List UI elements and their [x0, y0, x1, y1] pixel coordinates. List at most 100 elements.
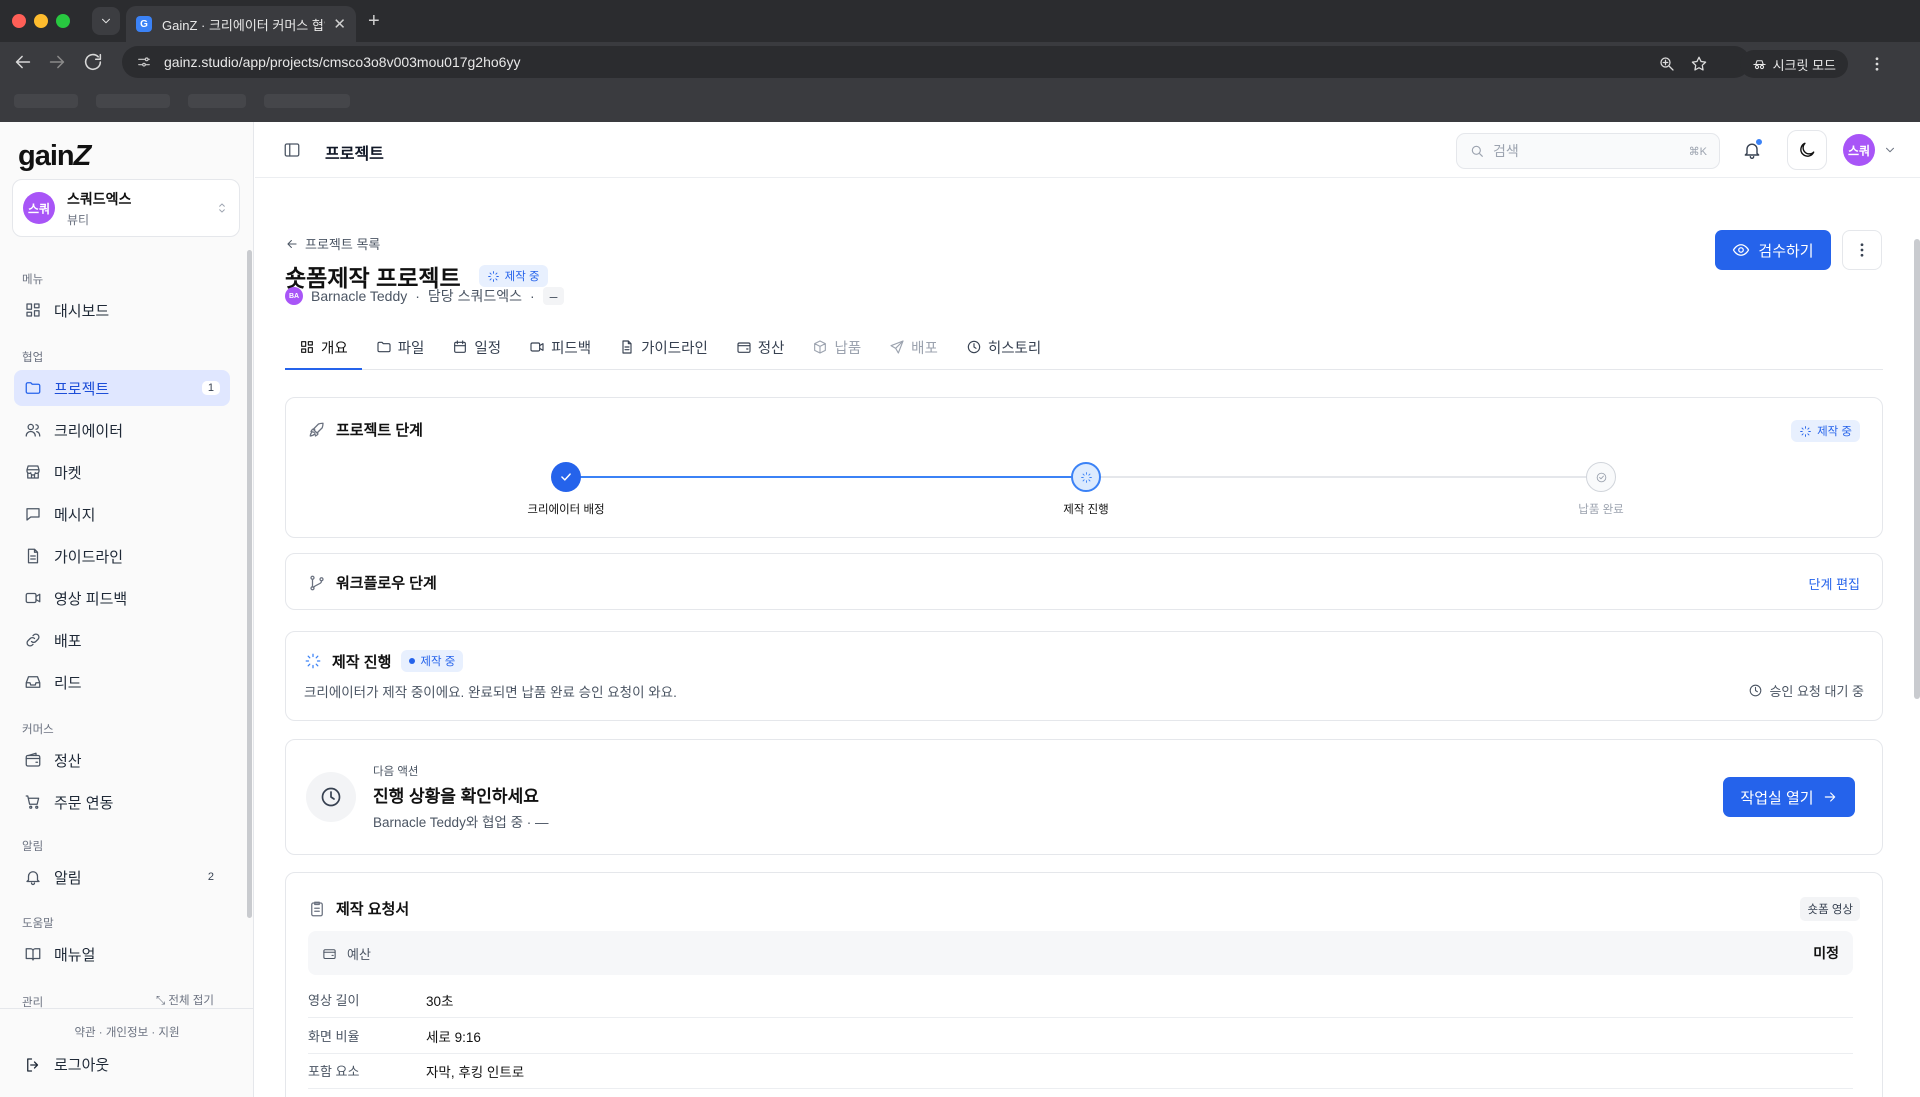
- git-branch-icon: [310, 575, 324, 590]
- status-badge: 제작 중: [401, 650, 464, 672]
- user-menu[interactable]: 스쿼: [1843, 134, 1897, 166]
- sidebar-item-guidelines[interactable]: 가이드라인: [14, 538, 230, 574]
- progress-line-done: [566, 476, 1086, 478]
- spec-row: 영상 길이 30초: [308, 982, 1853, 1018]
- incognito-badge[interactable]: 시크릿 모드: [1739, 50, 1848, 78]
- next-action-label: 다음 액션: [373, 766, 419, 778]
- open-workspace-button[interactable]: 작업실 열기: [1723, 777, 1855, 817]
- sidebar-item-dashboard[interactable]: 대시보드: [14, 292, 230, 328]
- window-controls[interactable]: [12, 14, 70, 28]
- legal-links[interactable]: 약관 · 개인정보 · 지원: [0, 1024, 254, 1040]
- tab-delivery[interactable]: 납품: [798, 326, 875, 370]
- tab-label: 개요: [321, 340, 348, 357]
- clock-icon: [1750, 684, 1762, 697]
- sidebar-item-label: 매뉴얼: [54, 946, 96, 964]
- tab-feedback[interactable]: 피드백: [515, 326, 605, 370]
- chevron-down-icon: [1886, 147, 1894, 153]
- reload-icon[interactable]: [82, 51, 104, 73]
- tab-guidelines[interactable]: 가이드라인: [605, 326, 722, 370]
- next-action-icon-box: [306, 772, 356, 822]
- sidebar-item-projects[interactable]: 프로젝트 1: [14, 370, 230, 406]
- search-shortcut: ⌘K: [1688, 145, 1707, 158]
- site-info-icon[interactable]: [136, 54, 152, 70]
- inbox-icon: [25, 676, 41, 688]
- tab-history[interactable]: 히스토리: [952, 326, 1055, 370]
- edit-stages-link[interactable]: 단계 편집: [1809, 574, 1860, 593]
- close-window-button[interactable]: [12, 14, 26, 28]
- review-button[interactable]: 검수하기: [1715, 230, 1831, 270]
- main-scrollbar[interactable]: [1914, 239, 1920, 699]
- forward-arrow-icon[interactable]: [46, 51, 68, 73]
- status-label: 제작 중: [1817, 426, 1852, 438]
- back-to-projects-link[interactable]: 프로젝트 목록: [285, 234, 380, 253]
- project-stages-card: 프로젝트 단계 제작 중 크리에이터 배정 제작 진행 납품 완료: [285, 397, 1883, 538]
- address-bar[interactable]: gainz.studio/app/projects/cmsco3o8v003mo…: [122, 46, 1750, 78]
- logo[interactable]: gainZ: [18, 140, 91, 173]
- creator-name[interactable]: Barnacle Teddy: [311, 288, 407, 304]
- main-content: 프로젝트 목록 숏폼제작 프로젝트 제작 중 BA Barnacle Teddy…: [255, 179, 1920, 1097]
- zoom-icon[interactable]: [1658, 55, 1676, 73]
- search-input[interactable]: 검색 ⌘K: [1456, 133, 1720, 169]
- logout-label: 로그아웃: [54, 1057, 110, 1074]
- sidebar-item-distribution[interactable]: 배포: [14, 622, 230, 658]
- sidebar-item-label: 메시지: [54, 506, 96, 524]
- tab-distribution[interactable]: 배포: [875, 326, 952, 370]
- logout-button[interactable]: 로그아웃: [24, 1054, 109, 1075]
- close-tab-icon[interactable]: ✕: [333, 15, 346, 33]
- tab-search-button[interactable]: [92, 7, 120, 35]
- workspace-category: 뷰티: [67, 212, 90, 227]
- approval-status-label: 승인 요청 대기 중: [1769, 684, 1864, 699]
- bookmark-placeholder[interactable]: [264, 94, 350, 108]
- bookmark-placeholder[interactable]: [14, 94, 78, 108]
- maximize-window-button[interactable]: [56, 14, 70, 28]
- clock-icon: [967, 340, 981, 354]
- user-avatar: 스쿼: [1843, 134, 1875, 166]
- folder-icon: [377, 341, 391, 353]
- sidebar-item-alerts[interactable]: 알림 2: [14, 859, 230, 895]
- bookmark-placeholder[interactable]: [96, 94, 170, 108]
- sidebar-item-manual[interactable]: 매뉴얼: [14, 936, 230, 972]
- spec-key: 포함 요소: [308, 1064, 360, 1079]
- new-tab-button[interactable]: +: [368, 10, 380, 33]
- more-options-button[interactable]: [1842, 230, 1882, 270]
- app-window: gainZ 스쿼 스쿼드엑스 뷰티 메뉴 대시보드 협업 프로젝트 1 크리에이…: [0, 122, 1920, 1097]
- spec-value: 자막, 후킹 인트로: [426, 1064, 525, 1080]
- bookmark-placeholder[interactable]: [188, 94, 246, 108]
- star-icon[interactable]: [1690, 55, 1708, 73]
- browser-tab[interactable]: G GainZ · 크리에이터 커머스 협업 C ✕: [126, 6, 356, 42]
- sidebar-item-creators[interactable]: 크리에이터: [14, 412, 230, 448]
- sidebar-toggle-icon[interactable]: [283, 141, 301, 159]
- sidebar-item-video-feedback[interactable]: 영상 피드백: [14, 580, 230, 616]
- tab-schedule[interactable]: 일정: [438, 326, 515, 370]
- sidebar-item-messages[interactable]: 메시지: [14, 496, 230, 532]
- tab-files[interactable]: 파일: [362, 326, 439, 370]
- sidebar-item-label: 크리에이터: [54, 422, 124, 440]
- sidebar-item-label: 대시보드: [54, 302, 110, 320]
- sidebar-item-settlement[interactable]: 정산: [14, 742, 230, 778]
- wallet-icon: [323, 948, 336, 959]
- spec-row: 화면 비율 세로 9:16: [308, 1018, 1853, 1054]
- tab-label: 가이드라인: [641, 340, 708, 357]
- minimize-window-button[interactable]: [34, 14, 48, 28]
- collapse-all-button[interactable]: ⤡ 전체 접기: [156, 992, 214, 1008]
- sidebar-item-market[interactable]: 마켓: [14, 454, 230, 490]
- kebab-menu-icon[interactable]: [1868, 55, 1886, 73]
- sidebar-item-leads[interactable]: 리드: [14, 664, 230, 700]
- tab-settlement[interactable]: 정산: [722, 326, 799, 370]
- tab-overview[interactable]: 개요: [285, 326, 362, 370]
- notifications-button[interactable]: [1742, 138, 1763, 160]
- back-arrow-icon[interactable]: [12, 51, 34, 73]
- sidebar-item-label: 마켓: [54, 464, 82, 482]
- video-icon: [530, 342, 544, 352]
- sidebar-item-order-sync[interactable]: 주문 연동: [14, 784, 230, 820]
- document-icon: [622, 340, 632, 354]
- tab-title: GainZ · 크리에이터 커머스 협업 C: [162, 17, 325, 33]
- loader-icon: [487, 270, 499, 282]
- top-bar: 프로젝트 검색 ⌘K 스쿼: [255, 122, 1920, 178]
- search-icon: [1471, 145, 1483, 157]
- tab-label: 피드백: [551, 340, 592, 357]
- workspace-switcher[interactable]: 스쿼 스쿼드엑스 뷰티: [12, 179, 240, 237]
- theme-toggle-button[interactable]: [1787, 130, 1827, 170]
- sidebar-scrollbar[interactable]: [247, 250, 252, 918]
- content-type-tag: 숏폼 영상: [1800, 897, 1860, 921]
